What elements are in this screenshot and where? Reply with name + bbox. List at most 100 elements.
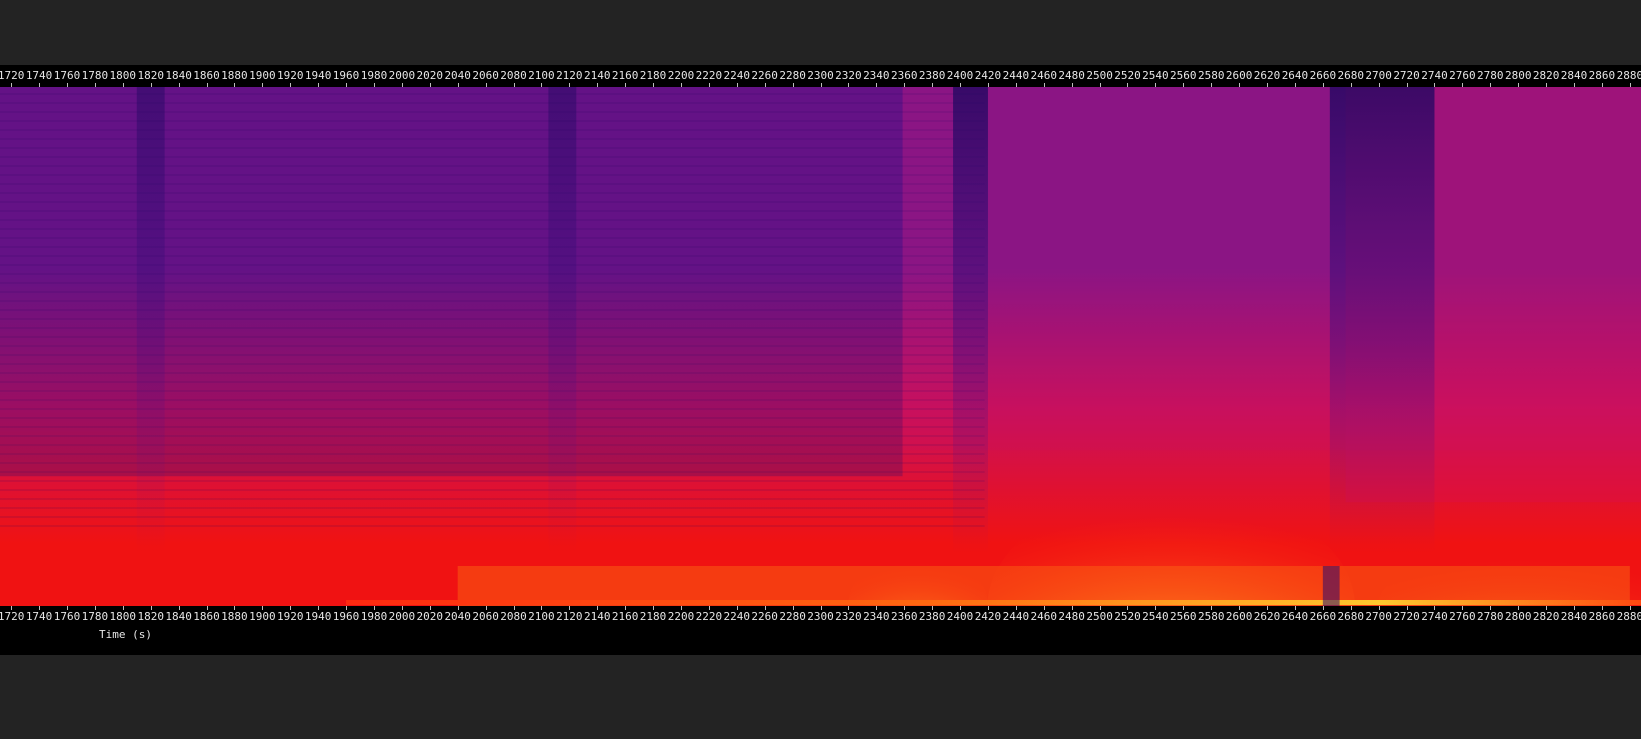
x-tick-label: 1900	[249, 69, 276, 82]
x-tick-label: 2780	[1477, 69, 1504, 82]
x-tick-label: 1740	[25, 610, 53, 623]
x-tick-label: 1920	[276, 610, 304, 623]
dropout-notch	[1322, 566, 1340, 606]
dc-floor-line	[346, 600, 1641, 605]
low-energy-band	[1329, 87, 1435, 555]
x-tick-label: 2740	[1421, 69, 1448, 82]
x-tick-label: 2140	[583, 69, 611, 82]
x-tick-label: 1980	[360, 610, 388, 623]
x-tick-label: 2320	[835, 69, 862, 82]
x-tick-label: 2380	[918, 610, 946, 623]
x-axis-label: Time (s)	[99, 628, 152, 641]
x-tick-label: 1760	[53, 610, 81, 623]
x-tick-label: 2280	[779, 69, 806, 82]
x-tick-label: 1800	[109, 69, 137, 82]
x-tick-label: 1900	[249, 610, 276, 623]
low-energy-band	[953, 87, 988, 555]
x-tick-label: 2420	[974, 610, 1002, 623]
x-tick-label: 2240	[723, 610, 751, 623]
x-tick-label: 2800	[1504, 69, 1532, 82]
x-tick-label: 1760	[53, 69, 81, 82]
x-tick-label: 1820	[137, 610, 164, 623]
x-tick-label: 2180	[639, 69, 667, 82]
x-tick-label: 2720	[1393, 610, 1420, 623]
x-tick-label: 2620	[1253, 69, 1281, 82]
x-tick-label: 1940	[304, 610, 332, 623]
x-tick-label: 2520	[1114, 69, 1141, 82]
x-tick-label: 2060	[472, 610, 499, 623]
x-tick-label: 2420	[974, 69, 1002, 82]
x-tick-label: 1840	[165, 69, 192, 82]
x-tick-label: 2340	[863, 610, 890, 623]
x-tick-label: 2300	[807, 610, 834, 623]
spectrogram-layers	[0, 87, 1641, 606]
x-tick-label: 2760	[1449, 69, 1476, 82]
x-tick-label: 2220	[695, 610, 723, 623]
x-tick-label: 2540	[1142, 610, 1169, 623]
x-tick-label: 2260	[751, 610, 778, 623]
x-tick-label: 2200	[667, 610, 695, 623]
x-tick-label: 1780	[81, 610, 109, 623]
x-tick-label: 1840	[165, 610, 192, 623]
x-tick-label: 2460	[1030, 69, 1058, 82]
x-tick-label: 2580	[1197, 69, 1225, 82]
x-tick-label: 1720	[0, 610, 25, 623]
x-tick-label: 2580	[1197, 610, 1225, 623]
x-tick-label: 1880	[221, 610, 248, 623]
x-tick-label: 2400	[946, 610, 974, 623]
time-axis-bottom: 1720 1740 1760 1780 1800 1820 1840 1860 1880 1900…	[0, 606, 1641, 628]
x-tick-label: 2500	[1086, 69, 1113, 82]
x-tick-label: 2500	[1086, 610, 1113, 623]
low-energy-band	[548, 87, 577, 555]
x-tick-label: 2000	[388, 610, 416, 623]
x-tick-label: 2400	[946, 69, 974, 82]
spectrogram-panel: 1720 1740 1760 1780 1800 1820 1840 1860 1880 1900…	[0, 65, 1641, 655]
x-tick-label: 2880	[1616, 69, 1641, 82]
x-tick-label: 2780	[1477, 610, 1504, 623]
x-tick-label: 2880	[1616, 610, 1641, 623]
x-tick-label: 2480	[1058, 69, 1085, 82]
x-tick-label: 2160	[611, 69, 639, 82]
x-tick-label: 2300	[807, 69, 834, 82]
x-tick-label: 2820	[1532, 610, 1560, 623]
x-tick-label: 2020	[416, 69, 444, 82]
x-tick-label: 2040	[444, 610, 471, 623]
x-tick-label: 2260	[751, 69, 778, 82]
x-tick-label: 2220	[695, 69, 723, 82]
x-tick-label: 2460	[1030, 610, 1058, 623]
x-tick-label: 2380	[918, 69, 946, 82]
x-tick-label: 1780	[81, 69, 109, 82]
x-tick-label: 2520	[1114, 610, 1141, 623]
x-tick-label: 2540	[1142, 69, 1169, 82]
x-tick-label: 2700	[1365, 610, 1392, 623]
x-tick-label: 2820	[1532, 69, 1560, 82]
x-tick-label: 1860	[193, 610, 220, 623]
x-tick-label: 2120	[556, 69, 583, 82]
spectrogram-viewer: 1720 1740 1760 1780 1800 1820 1840 1860 1880 1900…	[0, 0, 1641, 739]
x-tick-label: 2360	[890, 69, 918, 82]
x-tick-label: 2860	[1588, 69, 1616, 82]
x-tick-label: 2600	[1225, 610, 1253, 623]
x-tick-label: 2660	[1309, 69, 1337, 82]
x-tick-label: 2080	[500, 610, 527, 623]
x-tick-label: 2440	[1002, 69, 1030, 82]
x-tick-label: 2160	[611, 610, 639, 623]
x-tick-label: 2760	[1449, 610, 1476, 623]
x-tick-label: 1880	[221, 69, 248, 82]
time-axis-top: 1720 1740 1760 1780 1800 1820 1840 1860 1880 1900…	[0, 65, 1641, 87]
x-tick-label: 1820	[137, 69, 164, 82]
x-tick-label: 2440	[1002, 610, 1030, 623]
x-tick-label: 1980	[360, 69, 388, 82]
x-tick-label: 2700	[1365, 69, 1392, 82]
x-tick-label: 1800	[109, 610, 137, 623]
x-tick-label: 2320	[835, 610, 862, 623]
x-tick-label: 2340	[863, 69, 890, 82]
x-tick-label: 1940	[304, 69, 332, 82]
x-tick-label: 2680	[1337, 69, 1365, 82]
spectrogram-plot-area[interactable]	[0, 87, 1641, 606]
x-tick-label: 2800	[1504, 610, 1532, 623]
x-tick-label: 2360	[890, 610, 918, 623]
x-tick-label: 2560	[1170, 610, 1197, 623]
x-tick-label: 2020	[416, 610, 444, 623]
x-tick-label: 2060	[472, 69, 499, 82]
